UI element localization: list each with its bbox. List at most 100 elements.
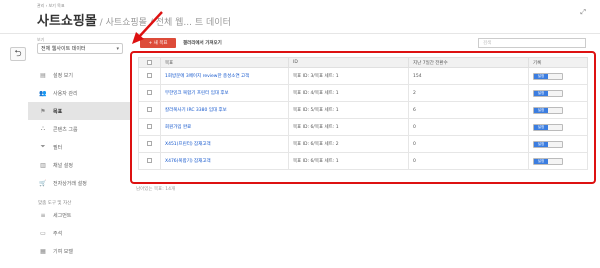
- sidebar-item[interactable]: ▭ 주석: [28, 224, 130, 242]
- goal-id-cell: 목표 ID: 6/목표 세트: 2: [288, 135, 409, 153]
- sidebar-item[interactable]: 👥 사용자 관리: [28, 84, 130, 102]
- back-button[interactable]: ⮌: [10, 47, 26, 61]
- filter-icon: ⏷: [40, 143, 46, 150]
- record-cell: 설정: [528, 67, 588, 85]
- search-input[interactable]: 검색: [478, 38, 586, 48]
- sidebar-item[interactable]: ≡ 세그먼트: [28, 206, 130, 224]
- goal-id-cell: 목표 ID: 6/목표 세트: 1: [288, 152, 409, 170]
- view-settings-icon: ▤: [40, 71, 46, 79]
- cart-icon: 🛒: [39, 179, 47, 187]
- account-name[interactable]: 사트쇼핑몰: [37, 14, 97, 29]
- conversions-cell: 154: [408, 67, 529, 85]
- sidebar-item-label: 콘텐츠 그룹: [53, 126, 78, 133]
- goal-name-cell: X476(복합기) 잠재고객: [160, 152, 289, 170]
- sidebar-item[interactable]: ▥ 채널 설정: [28, 156, 130, 174]
- record-toggle[interactable]: 설정: [533, 140, 563, 148]
- users-icon: 👥: [39, 89, 47, 97]
- table-row: 칼라복사기 IRC 3380 임대 후보 목표 ID: 5/목표 세트: 1 6…: [138, 101, 588, 119]
- record-toggle[interactable]: 설정: [533, 123, 563, 131]
- goal-link[interactable]: 칼라복사기 IRC 3380 임대 후보: [165, 108, 227, 113]
- goal-link[interactable]: 회원가입 완료: [165, 125, 191, 130]
- goal-name-cell: 무한잉크 복합기 프린터 임대 후보: [160, 84, 289, 102]
- page-header: 관리 › 보기 목표 사트쇼핑몰 / 사트쇼핑몰 / 전체 웹... 트 데이터…: [0, 0, 600, 34]
- remaining-goals-note: 남아있는 목표: 14개: [136, 187, 176, 192]
- goal-id-cell: 목표 ID: 6/목표 세트: 1: [288, 118, 409, 136]
- record-cell: 설정: [528, 84, 588, 102]
- table-row: X451(프린터) 잠재고객 목표 ID: 6/목표 세트: 2 0 설정: [138, 135, 588, 153]
- segment-icon: ≡: [40, 211, 46, 219]
- conversions-cell: 0: [408, 118, 529, 136]
- table-row: 1회방문에 3페이지 review한 충성소연 고객 목표 ID: 3/목표 세…: [138, 67, 588, 85]
- goal-link[interactable]: 무한잉크 복합기 프린터 임대 후보: [165, 91, 229, 96]
- select-all-checkbox[interactable]: [138, 57, 161, 68]
- record-toggle[interactable]: 설정: [533, 106, 563, 114]
- goal-name-cell: 칼라복사기 IRC 3380 임대 후보: [160, 101, 289, 119]
- sidebar-item[interactable]: ▦ 기여 모델: [28, 242, 130, 260]
- goal-link[interactable]: 1회방문에 3페이지 review한 충성소연 고객: [165, 74, 249, 79]
- row-checkbox[interactable]: [138, 118, 161, 136]
- view-selector[interactable]: 전체 웹사이트 데이터 ▾: [37, 43, 123, 54]
- table-row: 무한잉크 복합기 프린터 임대 후보 목표 ID: 4/목표 세트: 1 2 설…: [138, 84, 588, 102]
- sidebar-section-title: 맞춤 도구 및 자산: [38, 201, 72, 206]
- row-checkbox[interactable]: [138, 67, 161, 85]
- goals-table: 목표 ID 지난 7일간 전환수 기록 1회방문에 3페이지 review한 충…: [138, 57, 588, 170]
- conversions-cell: 0: [408, 135, 529, 153]
- sidebar-item[interactable]: ▤ 설정 보기: [28, 66, 130, 84]
- table-row: X476(복합기) 잠재고객 목표 ID: 6/목표 세트: 1 0 설정: [138, 152, 588, 170]
- col-header-id[interactable]: ID: [288, 57, 409, 68]
- flag-icon: ⚑: [40, 107, 46, 115]
- goal-name-cell: 회원가입 완료: [160, 118, 289, 136]
- sidebar-item[interactable]: ⚑ 목표: [28, 102, 130, 120]
- goal-id-cell: 목표 ID: 5/목표 세트: 1: [288, 101, 409, 119]
- breadcrumb[interactable]: 관리 › 보기 목표: [37, 3, 65, 9]
- record-cell: 설정: [528, 152, 588, 170]
- col-header-conversions[interactable]: 지난 7일간 전환수: [408, 57, 529, 68]
- sidebar-item-label: 채널 설정: [53, 162, 73, 169]
- sidebar-item[interactable]: ⏷ 필터: [28, 138, 130, 156]
- record-toggle-label: 설정: [534, 124, 548, 130]
- record-cell: 설정: [528, 118, 588, 136]
- sidebar-item-label: 필터: [53, 144, 63, 151]
- row-checkbox[interactable]: [138, 152, 161, 170]
- goal-link[interactable]: X476(복합기) 잠재고객: [165, 159, 211, 164]
- view-selected-value: 전체 웹사이트 데이터: [41, 46, 86, 52]
- record-toggle-label: 설정: [534, 73, 548, 79]
- attribution-icon: ▦: [40, 247, 46, 255]
- row-checkbox[interactable]: [138, 135, 161, 153]
- sidebar-item[interactable]: 🛒 전자상거래 설정: [28, 174, 130, 192]
- sidebar-item-label: 사용자 관리: [53, 90, 78, 97]
- sidebar-item[interactable]: ⛬ 콘텐츠 그룹: [28, 120, 130, 138]
- conversions-cell: 6: [408, 101, 529, 119]
- channel-icon: ▥: [40, 161, 46, 169]
- record-toggle-label: 설정: [534, 141, 548, 147]
- conversions-cell: 0: [408, 152, 529, 170]
- col-header-record[interactable]: 기록: [528, 57, 588, 68]
- record-toggle[interactable]: 설정: [533, 72, 563, 80]
- red-arrow-annotation: [132, 11, 163, 44]
- sidebar-item-label: 기여 모델: [53, 248, 73, 255]
- goal-name-cell: 1회방문에 3페이지 review한 충성소연 고객: [160, 67, 289, 85]
- sidebar-nav: ▤ 설정 보기 👥 사용자 관리 ⚑ 목표 ⛬ 콘텐츠 그룹 ⏷ 필터 ▥ 채널 설정 🛒 전자상거래 설…: [28, 66, 130, 260]
- goal-link[interactable]: X451(프린터) 잠재고객: [165, 142, 211, 147]
- sidebar: ⮌ 보기 전체 웹사이트 데이터 ▾ ▤ 설정 보기 👥 사용자 관리 ⚑ 목표 ⛬ 콘텐츠 …: [0, 34, 130, 268]
- record-toggle[interactable]: 설정: [533, 157, 563, 165]
- goal-id-cell: 목표 ID: 3/목표 세트: 1: [288, 67, 409, 85]
- sidebar-item-label: 주석: [53, 230, 63, 237]
- conversions-cell: 2: [408, 84, 529, 102]
- table-row: 회원가입 완료 목표 ID: 6/목표 세트: 1 0 설정: [138, 118, 588, 136]
- import-gallery-link[interactable]: 갤러리에서 가져오기: [183, 40, 222, 46]
- expand-icon[interactable]: ⤢: [580, 8, 586, 17]
- annotation-icon: ▭: [40, 229, 46, 237]
- row-checkbox[interactable]: [138, 84, 161, 102]
- col-header-goal[interactable]: 목표: [160, 57, 289, 68]
- back-arrow-icon: ⮌: [14, 49, 22, 59]
- record-toggle[interactable]: 설정: [533, 89, 563, 97]
- table-header-row: 목표 ID 지난 7일간 전환수 기록: [138, 57, 588, 68]
- record-toggle-label: 설정: [534, 158, 548, 164]
- goal-id-cell: 목표 ID: 4/목표 세트: 1: [288, 84, 409, 102]
- sidebar-item-label: 설정 보기: [53, 72, 73, 79]
- row-checkbox[interactable]: [138, 101, 161, 119]
- chevron-down-icon: ▾: [116, 46, 119, 52]
- goal-name-cell: X451(프린터) 잠재고객: [160, 135, 289, 153]
- content-group-icon: ⛬: [40, 125, 46, 132]
